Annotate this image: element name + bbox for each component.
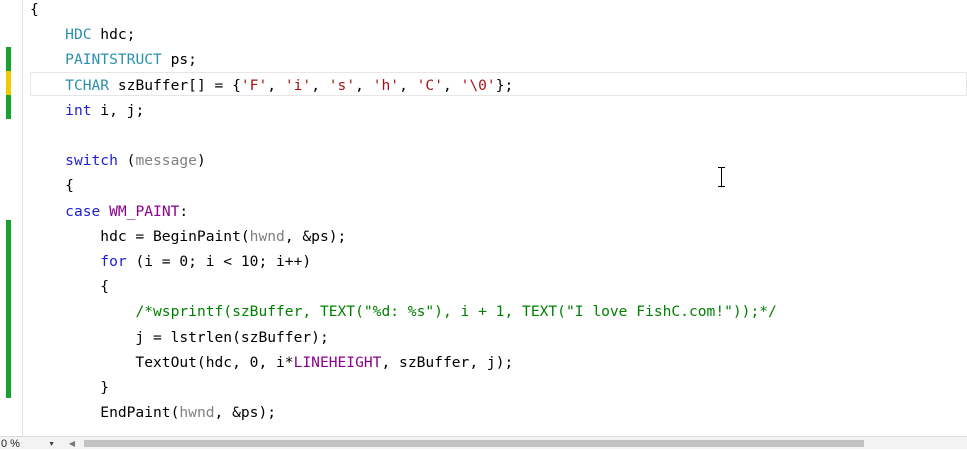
code-line[interactable]: { [30, 0, 39, 22]
editor-status-bar: 0 % ▼ ◀ [0, 436, 967, 450]
code-token: 'F' [240, 77, 268, 94]
code-token: 'i' [284, 77, 312, 94]
code-token: , [443, 77, 461, 94]
code-line[interactable]: EndPaint(hwnd, &ps); [30, 400, 276, 425]
code-token: , [311, 77, 329, 94]
code-line[interactable]: case WM_PAINT: [30, 199, 188, 224]
code-token: : [179, 203, 189, 220]
change-bar-saved [6, 220, 11, 398]
code-token: for [100, 253, 127, 270]
code-token: }; [495, 77, 514, 94]
zoom-level-value: 0 % [1, 438, 20, 450]
zoom-level-dropdown[interactable]: 0 % ▼ [0, 437, 58, 450]
code-token: hwnd [179, 404, 215, 421]
code-token: , [267, 77, 285, 94]
code-line[interactable]: switch (message) [30, 148, 206, 173]
scroll-left-arrow-icon[interactable]: ◀ [68, 439, 76, 448]
code-line[interactable]: { [30, 274, 109, 299]
code-line[interactable]: } [30, 375, 109, 400]
code-token: , szBuffer, j); [381, 354, 514, 371]
change-bar-unsaved [6, 71, 11, 95]
code-token: TCHAR [65, 77, 110, 94]
code-token: ) [196, 152, 206, 169]
code-token: switch [65, 152, 118, 169]
gutter-divider [22, 0, 23, 436]
code-token: i, j; [91, 102, 145, 119]
code-line[interactable]: PAINTSTRUCT ps; [30, 47, 197, 72]
code-line[interactable]: /*wsprintf(szBuffer, TEXT("%d: %s"), i +… [30, 299, 777, 324]
code-token: HDC [65, 26, 92, 43]
code-token: message [135, 152, 197, 169]
code-line[interactable]: int i, j; [30, 98, 144, 123]
code-token: (i = 0; i < 10; i++) [126, 253, 312, 270]
code-token: hdc = BeginPaint( [30, 228, 250, 245]
code-token: 's' [328, 77, 356, 94]
change-bar-saved [6, 47, 11, 71]
code-line[interactable]: { [30, 173, 74, 198]
code-line[interactable]: TextOut(hdc, 0, i*LINEHEIGHT, szBuffer, … [30, 350, 513, 375]
text-cursor-icon [717, 166, 727, 188]
code-token: , &ps); [284, 228, 347, 245]
code-line[interactable]: hdc = BeginPaint(hwnd, &ps); [30, 224, 346, 249]
code-token: hdc; [91, 26, 136, 43]
code-token: szBuffer[] = { [109, 77, 241, 94]
code-token: , &ps); [214, 404, 277, 421]
code-token: TextOut(hdc, 0, i* [30, 354, 294, 371]
code-token: 'C' [416, 77, 443, 94]
code-token: int [65, 102, 92, 119]
code-line[interactable]: for (i = 0; i < 10; i++) [30, 249, 311, 274]
code-token: ( [117, 152, 136, 169]
code-token: WM_PAINT [109, 203, 180, 220]
code-token: PAINTSTRUCT [65, 51, 162, 68]
code-token: EndPaint( [30, 404, 180, 421]
chevron-down-icon: ▼ [48, 441, 55, 448]
code-token: { [30, 177, 74, 194]
code-line[interactable]: TCHAR szBuffer[] = {'F', 'i', 's', 'h', … [30, 73, 513, 98]
code-token: '\0' [460, 77, 496, 94]
horizontal-scrollbar-thumb[interactable] [84, 440, 864, 447]
code-token: 'h' [372, 77, 400, 94]
code-token: hwnd [249, 228, 285, 245]
code-token: , [355, 77, 373, 94]
horizontal-scrollbar[interactable] [80, 439, 967, 448]
code-line[interactable]: HDC hdc; [30, 22, 135, 47]
change-bar-saved [6, 95, 11, 119]
code-token: } [30, 379, 110, 396]
code-token: j = lstrlen(szBuffer); [30, 329, 329, 346]
code-token: /*wsprintf(szBuffer, TEXT("%d: %s"), i +… [135, 303, 777, 320]
code-token: { [30, 1, 39, 18]
code-editor[interactable]: { HDC hdc; PAINTSTRUCT ps; TCHAR szBuffe… [0, 0, 967, 436]
code-token: , [399, 77, 417, 94]
code-token: ps; [161, 51, 197, 68]
code-token: LINEHEIGHT [293, 354, 382, 371]
code-token: case [65, 203, 101, 220]
code-token: { [30, 278, 110, 295]
code-line[interactable]: j = lstrlen(szBuffer); [30, 325, 329, 350]
